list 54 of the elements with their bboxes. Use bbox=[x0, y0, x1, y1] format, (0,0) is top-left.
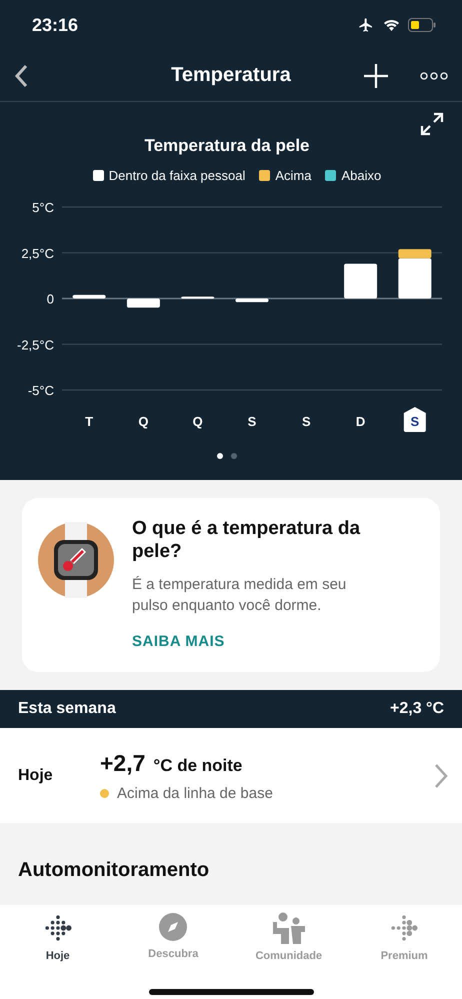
week-value: +2,3 °C bbox=[390, 700, 444, 718]
learn-more-link[interactable]: SAIBA MAIS bbox=[132, 633, 382, 650]
bar bbox=[72, 294, 106, 298]
tab[interactable]: Comunidade bbox=[231, 911, 346, 963]
axis-label: -5°C bbox=[28, 383, 54, 398]
tab[interactable]: Hoje bbox=[0, 911, 116, 963]
page-dot[interactable] bbox=[217, 453, 223, 459]
status-time: 23:16 bbox=[32, 14, 78, 36]
compass-icon bbox=[158, 912, 188, 942]
card-title: O que é a temperatura da pele? bbox=[132, 518, 362, 564]
today-row[interactable]: Hoje +2,7 °C de noite Acima da linha de base bbox=[0, 728, 462, 824]
legend-label: Acima bbox=[275, 168, 312, 183]
today-status: Acima da linha de base bbox=[117, 784, 273, 802]
axis-label: 0 bbox=[46, 292, 54, 306]
tab[interactable]: Descubra bbox=[116, 911, 231, 963]
legend-swatch bbox=[325, 170, 336, 181]
add-icon[interactable] bbox=[364, 64, 388, 88]
today-value: +2,7 bbox=[100, 750, 146, 777]
chart-title: Temperatura da pele bbox=[143, 136, 311, 156]
airplane-icon bbox=[357, 17, 375, 33]
watch-thermometer-icon bbox=[38, 522, 114, 598]
more-icon[interactable] bbox=[420, 70, 448, 80]
bar bbox=[126, 298, 160, 308]
community-icon bbox=[270, 912, 307, 944]
wifi-icon bbox=[383, 18, 400, 32]
card-description: É a temperatura medida em seu pulso enquanto você dorme. bbox=[132, 574, 348, 616]
day-label: T bbox=[85, 414, 94, 429]
battery-icon bbox=[408, 18, 436, 32]
tab[interactable]: Premium bbox=[346, 911, 462, 963]
expand-icon[interactable] bbox=[420, 112, 444, 136]
bar bbox=[236, 298, 268, 302]
legend-swatch bbox=[92, 170, 104, 181]
axis-label: 5°C bbox=[32, 200, 54, 215]
axis-label: 2,5°C bbox=[21, 246, 54, 261]
chevron-right-icon bbox=[434, 762, 448, 789]
day-label: S bbox=[302, 414, 311, 429]
screen-title: Temperatura bbox=[170, 64, 292, 87]
today-unit: °C de noite bbox=[153, 756, 242, 776]
day-label: Q bbox=[192, 414, 203, 429]
legend-label: Abaixo bbox=[341, 168, 382, 183]
legend-label: Dentro da faixa pessoal bbox=[108, 168, 246, 183]
legend-swatch bbox=[259, 170, 270, 181]
day-label: D bbox=[356, 414, 366, 429]
axis-label: -2,5°C bbox=[17, 337, 54, 352]
today-label: Hoje bbox=[18, 766, 54, 785]
day-label: S bbox=[248, 414, 256, 429]
week-label: Esta semana bbox=[18, 700, 116, 718]
bar bbox=[344, 264, 378, 298]
section-title: Automonitoramento bbox=[18, 859, 210, 882]
bar bbox=[181, 296, 214, 299]
day-label: S bbox=[410, 414, 420, 429]
back-icon[interactable] bbox=[14, 64, 28, 88]
page-dot[interactable] bbox=[231, 453, 237, 459]
day-label: Q bbox=[138, 414, 148, 429]
